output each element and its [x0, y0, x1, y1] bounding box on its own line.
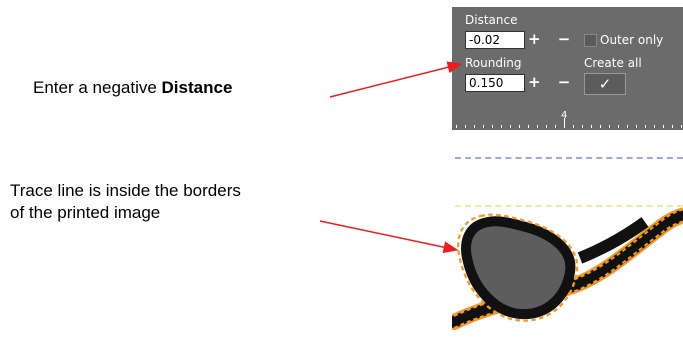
- callout-arrows: [319, 61, 463, 254]
- trace-arrow: [319, 220, 459, 254]
- distance-arrow: [329, 61, 463, 98]
